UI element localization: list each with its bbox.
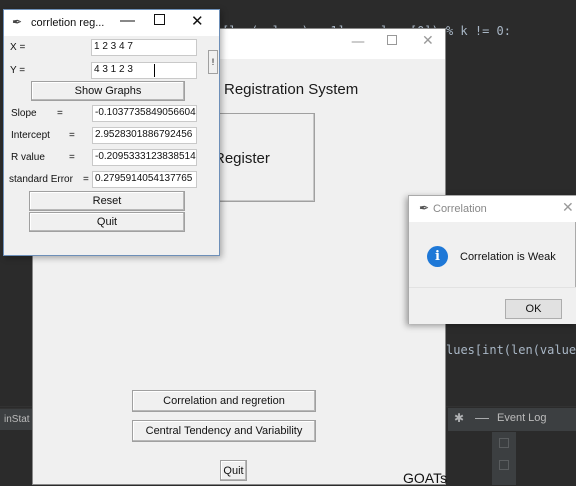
register-button-label: Register bbox=[214, 150, 270, 167]
page-title: Registration System bbox=[224, 81, 359, 98]
slope-label: Slope bbox=[11, 108, 37, 119]
regression-window: ✒ corrletion reg... — ✕ X = 1 2 3 4 7 Y … bbox=[3, 9, 220, 256]
reset-button[interactable]: Reset bbox=[29, 191, 185, 211]
minimize-icon[interactable]: — bbox=[351, 34, 365, 50]
window-title: corrletion reg... bbox=[31, 17, 105, 29]
minimize-icon[interactable]: — bbox=[475, 409, 489, 425]
slope-output[interactable]: -0.10377358490566041 bbox=[92, 105, 197, 122]
ok-button[interactable]: OK bbox=[505, 299, 562, 319]
close-icon[interactable]: ✕ bbox=[562, 199, 574, 216]
y-label: Y = bbox=[10, 65, 26, 76]
standard-error-output[interactable]: 0.2795914054137765 bbox=[92, 171, 197, 188]
intercept-equals: = bbox=[69, 130, 75, 141]
quit-button[interactable]: Quit bbox=[220, 460, 247, 481]
text-caret bbox=[154, 64, 155, 77]
maximize-icon[interactable] bbox=[387, 35, 397, 45]
footer-label: GOATs bbox=[403, 470, 448, 486]
dialog-title: Correlation bbox=[433, 203, 487, 215]
gear-icon[interactable]: ✱ bbox=[454, 411, 468, 427]
x-input[interactable]: 1 2 3 4 7 bbox=[91, 39, 197, 56]
trash-icon[interactable] bbox=[499, 460, 509, 470]
scroll-button[interactable]: ! bbox=[208, 50, 218, 74]
feather-icon: ✒ bbox=[12, 15, 23, 29]
standard-error-label: standard Error bbox=[9, 174, 73, 185]
run-tab[interactable]: inStat bbox=[0, 408, 34, 430]
checkbox-icon[interactable] bbox=[499, 438, 509, 448]
central-tendency-button[interactable]: Central Tendency and Variability bbox=[132, 420, 316, 442]
r-value-output[interactable]: -0.2095333123838514 bbox=[92, 149, 197, 166]
quit-button[interactable]: Quit bbox=[29, 212, 185, 232]
intercept-output[interactable]: 2.9528301886792456 bbox=[92, 127, 197, 144]
info-icon: i bbox=[427, 246, 448, 267]
slope-equals: = bbox=[57, 108, 63, 119]
intercept-label: Intercept bbox=[11, 130, 50, 141]
y-input[interactable]: 4 3 1 2 3 bbox=[91, 62, 197, 79]
feather-icon: ✒ bbox=[419, 201, 430, 215]
standard-error-equals: = bbox=[83, 174, 89, 185]
x-label: X = bbox=[10, 42, 26, 53]
minimize-icon[interactable]: — bbox=[120, 12, 135, 29]
show-graphs-button[interactable]: Show Graphs bbox=[31, 81, 185, 101]
r-value-equals: = bbox=[69, 152, 75, 163]
code-line-mid: lues[int(len(values bbox=[446, 343, 576, 357]
r-value-label: R value bbox=[11, 152, 45, 163]
correlation-dialog: ✒ Correlation ✕ i Correlation is Weak OK bbox=[408, 195, 576, 324]
event-log-title[interactable]: Event Log bbox=[497, 412, 547, 424]
close-icon[interactable]: ✕ bbox=[191, 12, 204, 30]
correlation-button[interactable]: Correlation and regretion bbox=[132, 390, 316, 412]
close-icon[interactable]: ✕ bbox=[422, 33, 434, 49]
maximize-icon[interactable] bbox=[154, 14, 165, 25]
dialog-message: Correlation is Weak bbox=[460, 251, 556, 263]
